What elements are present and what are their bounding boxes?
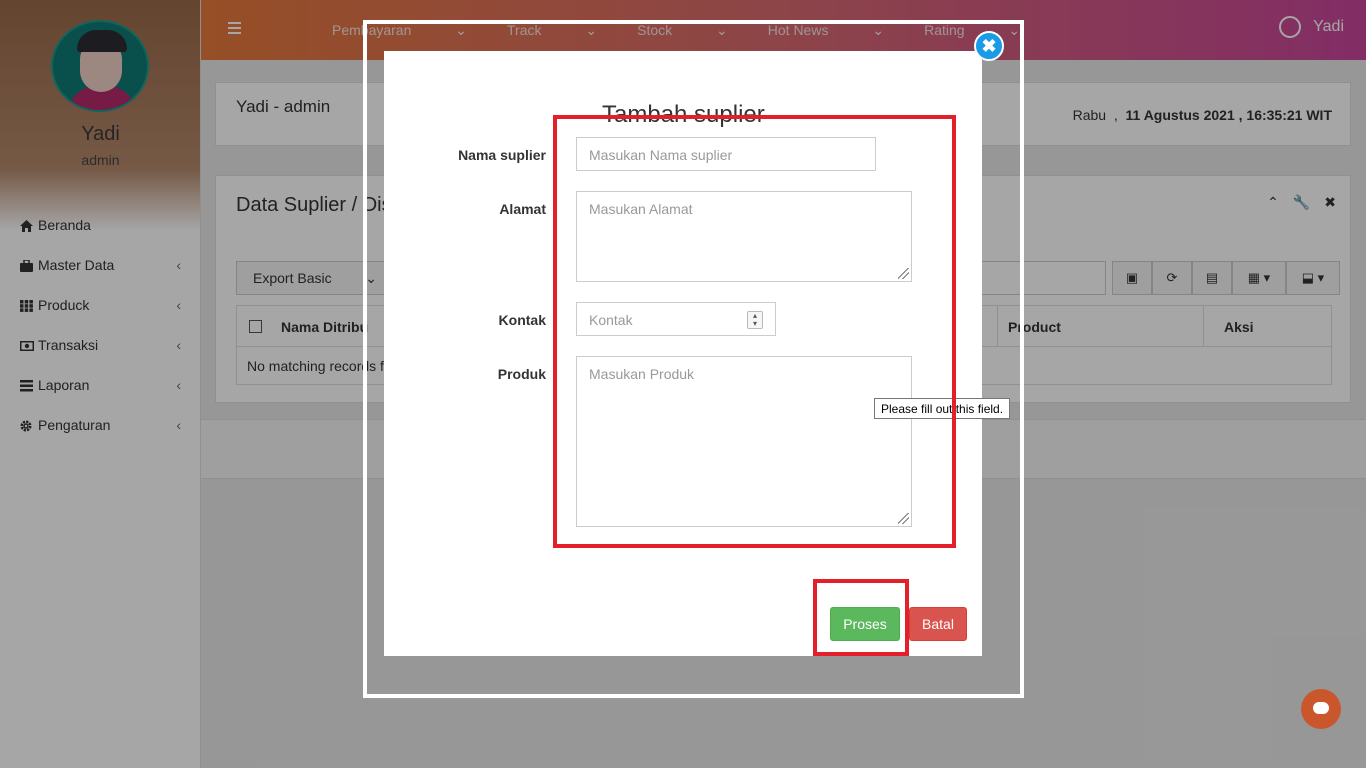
modal-close-icon[interactable]: ✖ <box>974 31 1004 61</box>
button-highlight-box <box>813 579 909 656</box>
produk-label: Produk <box>497 366 546 382</box>
nama-suplier-label: Nama suplier <box>458 147 546 163</box>
form-highlight-box <box>553 115 956 548</box>
alamat-label: Alamat <box>499 201 546 217</box>
batal-button[interactable]: Batal <box>909 607 967 641</box>
chat-bubble-icon[interactable] <box>1301 689 1341 729</box>
kontak-label: Kontak <box>498 312 546 328</box>
